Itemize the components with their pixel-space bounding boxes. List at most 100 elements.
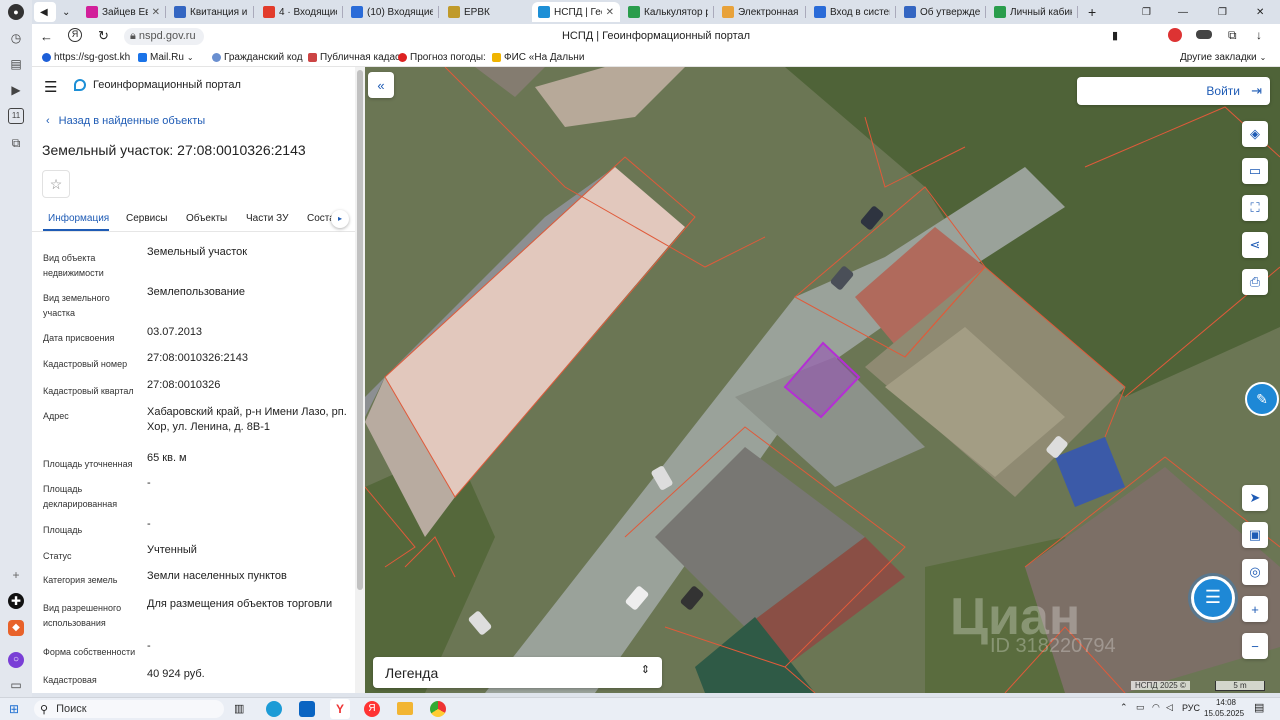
browser-tab[interactable]: 4 · Входящие – <box>257 2 343 22</box>
browser-tab[interactable]: Квитанция и р <box>168 2 254 22</box>
browser-tab[interactable]: Зайцев Ева ✕ <box>80 2 166 22</box>
chrome-icon[interactable] <box>430 701 446 717</box>
tab-sound-control[interactable]: ◀ <box>34 2 56 22</box>
collapse-panel-button[interactable]: « <box>368 72 394 98</box>
satellite-map[interactable] <box>365 67 1280 693</box>
profile-icon[interactable]: ● <box>8 4 24 20</box>
attribute-label: Площадь <box>43 525 83 535</box>
bookmark-item[interactable]: https://sg-gost.kh <box>42 52 130 63</box>
chat-bot-icon[interactable]: ✎ <box>1245 382 1279 416</box>
tray-chevron-icon[interactable]: ⌃ <box>1120 702 1128 713</box>
selection-icon: ⛶ <box>1250 200 1260 215</box>
notes-icon[interactable]: ▤ <box>8 56 24 72</box>
tab-services[interactable]: Сервисы <box>126 213 167 224</box>
cadastre-icon <box>308 53 317 62</box>
windows-taskbar: ⊞ ⚲ Поиск ▥ Y Я ⌃ ▭ ◠ ◁ РУС 14:08 15.05.… <box>0 697 1280 720</box>
print-button[interactable]: ⎙ <box>1242 269 1268 295</box>
network-icon[interactable]: ▭ <box>1136 702 1145 713</box>
downloads-icon[interactable] <box>1196 30 1212 39</box>
select-area-button[interactable]: ⛶ <box>1242 195 1268 221</box>
browser-tab[interactable]: Вход в систем <box>808 2 896 22</box>
share-button[interactable]: ⋖ <box>1242 232 1268 258</box>
plus-app-icon[interactable]: ✚ <box>8 593 24 609</box>
geolocation-button[interactable]: ◎ <box>1242 559 1268 585</box>
back-link[interactable]: ‹ Назад в найденные объекты <box>46 115 205 127</box>
panel-toggle-icon[interactable]: ▭ <box>8 677 24 693</box>
map-view[interactable]: Циан ID 318220794 « Войти ⇥ ◈ ▭ ⛶ ⋖ ⎙ ✎ … <box>365 67 1280 693</box>
navigate-button[interactable]: ➤ <box>1242 485 1268 511</box>
login-button[interactable]: Войти ⇥ <box>1077 77 1270 105</box>
bookmark-item[interactable]: Гражданский код <box>212 52 303 63</box>
minimize-button[interactable]: — <box>1172 2 1192 22</box>
other-bookmarks[interactable]: Другие закладки ⌄ <box>1180 52 1266 63</box>
bookmark-item[interactable]: Прогноз погоды: <box>398 52 486 63</box>
panel-scrollbar-thumb[interactable] <box>357 70 363 590</box>
market-icon[interactable]: ◆ <box>8 620 24 636</box>
measure-button[interactable]: ▭ <box>1242 158 1268 184</box>
chat-icon[interactable]: ☰ <box>1191 576 1235 620</box>
favorite-star-icon[interactable]: ☆ <box>42 170 70 198</box>
folder-icon[interactable] <box>397 702 413 715</box>
bookmarks-bar: https://sg-gost.kh Mail.Ru ⌄ Гражданский … <box>32 50 1280 67</box>
bookmark-item[interactable]: Публичная кадас <box>308 52 400 63</box>
tab-objects[interactable]: Объекты <box>186 213 227 224</box>
tab-parts[interactable]: Части ЗУ <box>246 213 288 224</box>
alice-icon[interactable]: ○ <box>8 652 24 668</box>
extensions-puzzle-icon[interactable]: ⧉ <box>1228 28 1237 43</box>
browser-tab[interactable]: (10) Входящие <box>345 2 439 22</box>
tab-menu-button[interactable]: ❐ <box>1136 2 1156 22</box>
media-icon[interactable]: ⧉ <box>8 135 24 151</box>
close-window-button[interactable]: ✕ <box>1250 2 1270 22</box>
zoom-out-button[interactable]: − <box>1242 633 1268 659</box>
legend-dropdown[interactable]: Легенда ⇕ <box>373 657 662 688</box>
close-tab-icon[interactable]: ✕ <box>606 7 614 18</box>
task-view-icon[interactable]: ▥ <box>234 702 244 715</box>
browser-tab[interactable]: НСПД | Гео ✕ <box>532 2 620 22</box>
add-icon[interactable]: + <box>8 567 24 583</box>
browser-tab[interactable]: Об утвержден <box>898 2 986 22</box>
bookmark-icon[interactable]: ▮ <box>1112 29 1118 42</box>
globe-icon <box>722 6 734 18</box>
video-icon[interactable]: ▶ <box>8 82 24 98</box>
tab-list-button[interactable]: ⌄ <box>56 2 74 22</box>
extension-icon[interactable] <box>1168 28 1182 42</box>
taskbar-search[interactable]: ⚲ Поиск <box>34 700 224 718</box>
globe-icon <box>42 53 51 62</box>
attribute-value: - <box>147 640 151 652</box>
volume-icon[interactable]: ◁ <box>1166 702 1173 713</box>
browser-tab[interactable]: ЕРВК <box>442 2 530 22</box>
outlook-icon[interactable] <box>299 701 315 717</box>
menu-icon[interactable]: ☰ <box>44 78 57 96</box>
minimap-icon: ▣ <box>1248 527 1262 542</box>
yandex-icon[interactable]: Я <box>364 701 380 717</box>
tab-separator <box>895 6 896 18</box>
minimap-button[interactable]: ▣ <box>1242 522 1268 548</box>
browser-tab[interactable]: Личный кабин <box>988 2 1078 22</box>
tabs-scroll-right-icon[interactable]: ▸ <box>331 210 349 228</box>
yandex-browser-taskbar-icon[interactable]: Y <box>330 699 350 719</box>
tab-information[interactable]: Информация <box>48 213 109 224</box>
browser-tab[interactable]: Электронная п <box>716 2 806 22</box>
navigation-arrow-icon: ➤ <box>1249 490 1261 505</box>
notifications-icon[interactable]: ▤ <box>1254 701 1264 714</box>
start-icon[interactable]: ⊞ <box>9 702 19 716</box>
close-tab-icon[interactable]: ✕ <box>152 7 160 18</box>
browser-tab[interactable]: Калькулятор р <box>622 2 714 22</box>
download-arrow-icon[interactable]: ↓ <box>1256 28 1262 42</box>
history-icon[interactable]: ◷ <box>8 30 24 46</box>
bookmark-item[interactable]: Mail.Ru ⌄ <box>138 52 194 63</box>
calendar-icon[interactable]: 11 <box>8 108 24 124</box>
bookmark-item[interactable]: ФИС «На Дальни <box>492 52 584 63</box>
attribute-label: Форма собственности <box>43 647 136 657</box>
zoom-in-button[interactable]: + <box>1242 596 1268 622</box>
maximize-button[interactable]: ❐ <box>1212 2 1232 22</box>
new-tab-button[interactable]: + <box>1082 2 1102 22</box>
attribute-value: - <box>147 477 151 489</box>
wifi-icon[interactable]: ◠ <box>1152 702 1160 713</box>
layers-button[interactable]: ◈ <box>1242 121 1268 147</box>
clock-time[interactable]: 14:08 <box>1206 698 1246 707</box>
language-indicator[interactable]: РУС <box>1182 703 1200 713</box>
plus-icon: + <box>1088 4 1097 20</box>
clock-date[interactable]: 15.05.2025 <box>1204 709 1244 718</box>
edge-icon[interactable] <box>266 701 282 717</box>
